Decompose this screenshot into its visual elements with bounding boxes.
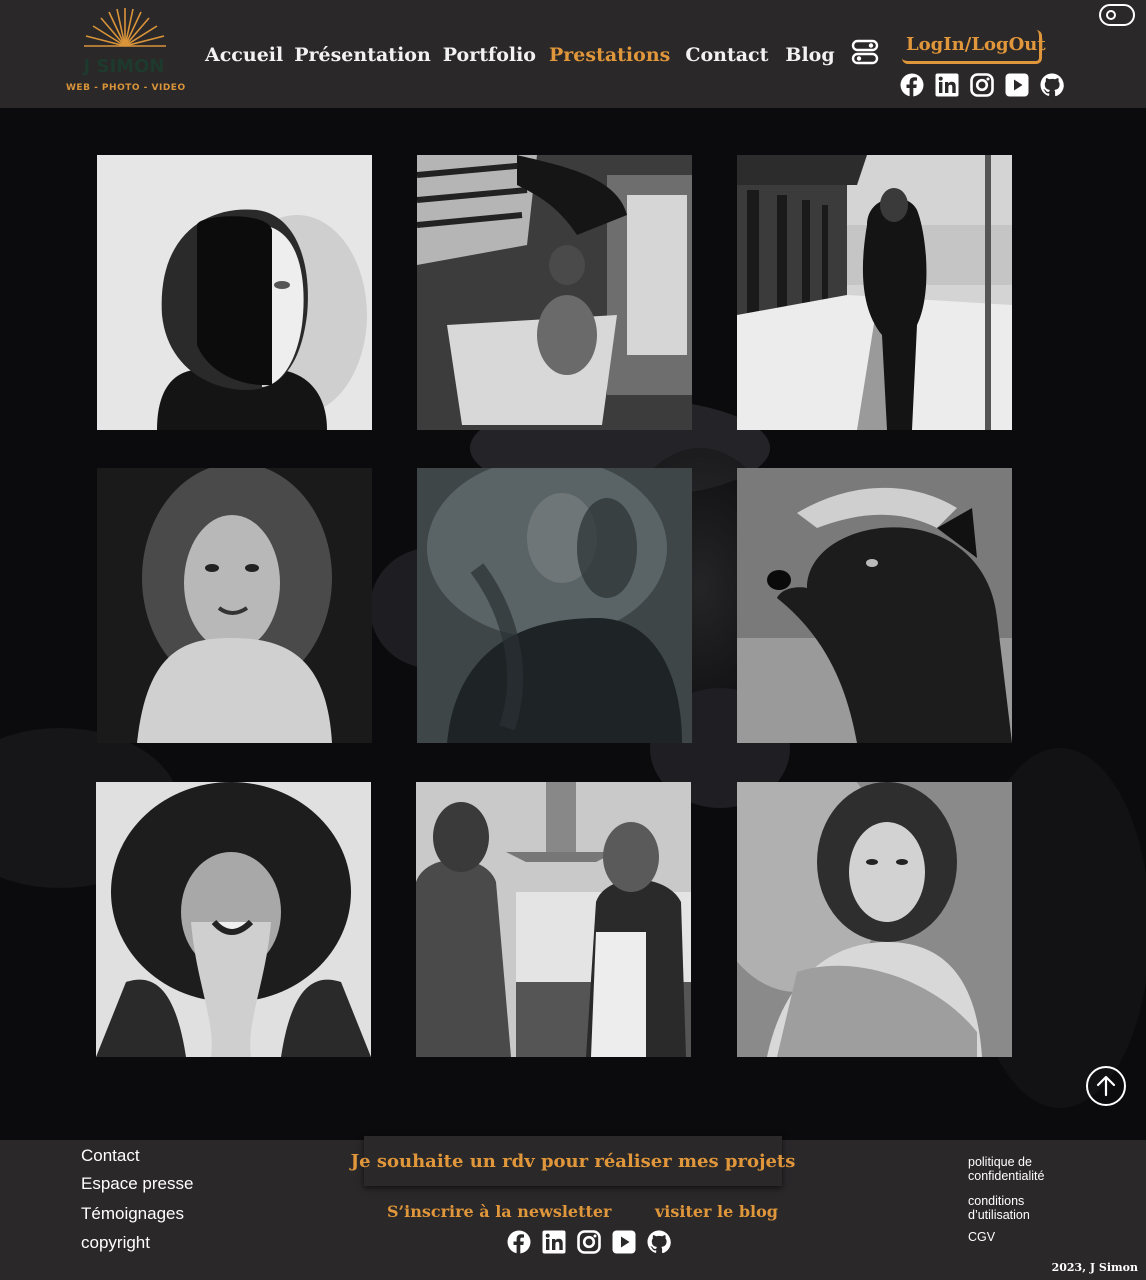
- gallery-photo-laughing-woman-fur-hood[interactable]: [96, 782, 371, 1057]
- legal-link-terms[interactable]: conditions d’utilisation: [968, 1194, 1088, 1230]
- footer-link-espace-presse[interactable]: Espace presse: [81, 1174, 193, 1204]
- login-logout-button[interactable]: LogIn/LogOut: [902, 30, 1046, 64]
- gallery-photo-half-painted-face[interactable]: [97, 155, 372, 430]
- site-logo[interactable]: J SIMON WEB - PHOTO - VIDEO: [66, 6, 186, 98]
- legal-link-cgv[interactable]: CGV: [968, 1230, 1088, 1244]
- gallery-photo-misty-portrait[interactable]: [417, 468, 692, 743]
- gallery-photo-dog-being-petted[interactable]: [737, 468, 1012, 743]
- copyright-notice: 2023, J Simon: [1051, 1261, 1138, 1274]
- instagram-icon[interactable]: [577, 1230, 601, 1254]
- visit-blog-link[interactable]: visiter le blog: [655, 1202, 778, 1221]
- nav-item-blog[interactable]: Blog: [785, 44, 834, 66]
- github-icon[interactable]: [647, 1230, 671, 1254]
- newsletter-link[interactable]: S’inscrire à la newsletter: [387, 1202, 611, 1221]
- nav-item-presentation[interactable]: Présentation: [294, 44, 431, 66]
- footer-link-copyright[interactable]: copyright: [81, 1233, 193, 1253]
- nav-item-accueil[interactable]: Accueil: [205, 44, 283, 66]
- gallery-photo-couple-in-kitchen[interactable]: [416, 782, 691, 1057]
- github-icon[interactable]: [1040, 73, 1064, 97]
- logo-tagline: WEB - PHOTO - VIDEO: [66, 83, 186, 93]
- nav-item-portfolio[interactable]: Portfolio: [443, 44, 536, 66]
- header-social-links: [900, 73, 1064, 97]
- instagram-icon[interactable]: [970, 73, 994, 97]
- linkedin-icon[interactable]: [935, 73, 959, 97]
- youtube-icon[interactable]: [1005, 73, 1029, 97]
- logo-name: J SIMON: [83, 56, 165, 77]
- main-nav: Accueil Présentation Portfolio Prestatio…: [205, 44, 835, 66]
- appointment-cta-button[interactable]: Je souhaite un rdv pour réaliser mes pro…: [351, 1136, 795, 1186]
- legal-links: politique de confidentialité conditions …: [968, 1155, 1088, 1244]
- youtube-icon[interactable]: [612, 1230, 636, 1254]
- footer-social-links: [507, 1230, 671, 1254]
- sunburst-logo-icon: [84, 8, 166, 47]
- arrow-up-icon: [1096, 1075, 1116, 1097]
- footer-link-contact[interactable]: Contact: [81, 1146, 193, 1174]
- menu-toggle-icon[interactable]: [850, 38, 880, 66]
- gallery-photo-washing-child-in-tub[interactable]: [417, 155, 692, 430]
- legal-link-privacy[interactable]: politique de confidentialité: [968, 1155, 1088, 1194]
- facebook-icon[interactable]: [507, 1230, 531, 1254]
- gallery-photo-woman-on-sidewalk[interactable]: [737, 155, 1012, 430]
- gallery-photo-curly-hair-woman[interactable]: [97, 468, 372, 743]
- scroll-to-top-button[interactable]: [1086, 1066, 1126, 1106]
- site-header: J SIMON WEB - PHOTO - VIDEO Accueil Prés…: [0, 0, 1146, 108]
- theme-toggle-switch[interactable]: [1099, 4, 1135, 26]
- linkedin-icon[interactable]: [542, 1230, 566, 1254]
- footer-links: Contact Espace presse Témoignages copyri…: [81, 1146, 193, 1253]
- gallery-photo-curly-hair-woman-posing[interactable]: [737, 782, 1012, 1057]
- nav-item-prestations[interactable]: Prestations: [549, 44, 670, 66]
- facebook-icon[interactable]: [900, 73, 924, 97]
- footer-link-temoignages[interactable]: Témoignages: [81, 1204, 193, 1233]
- site-footer: Contact Espace presse Témoignages copyri…: [0, 1136, 1146, 1280]
- nav-item-contact[interactable]: Contact: [685, 44, 768, 66]
